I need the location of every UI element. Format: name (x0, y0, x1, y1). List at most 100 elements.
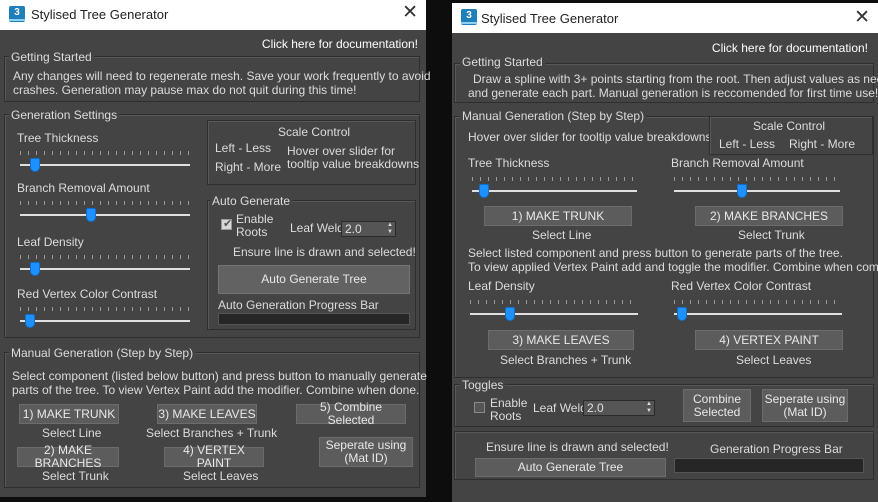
make-branches-hint: Select Trunk (738, 228, 805, 242)
leaf-weld-label: Leaf Weld (533, 401, 587, 415)
branch-removal-slider[interactable] (674, 183, 840, 199)
right-window: 3 Stylised Tree Generator ✕ Click here f… (452, 3, 878, 502)
combine-selected-button[interactable]: 5) Combine Selected (296, 401, 406, 427)
window-title: Stylised Tree Generator (481, 11, 619, 26)
ensure-line-text: Ensure line is drawn and selected! (486, 440, 669, 454)
scale-hint-2: tooltip value breakdowns (287, 157, 420, 171)
slider-thumb[interactable] (86, 208, 97, 222)
left-title-bar[interactable]: 3 Stylised Tree Generator ✕ (0, 0, 426, 30)
make-leaves-button[interactable]: 3) MAKE LEAVES (488, 330, 634, 350)
slider-thumb[interactable] (478, 184, 489, 198)
vertex-paint-hint: Select Leaves (183, 469, 259, 483)
scale-right-text: Right - More (789, 137, 856, 151)
slider-thumb[interactable] (737, 184, 748, 198)
slider-thumb[interactable] (30, 158, 41, 172)
enable-roots-label-2: Roots (236, 225, 268, 239)
enable-roots-checkbox[interactable] (474, 402, 485, 413)
leaf-density-slider[interactable] (20, 261, 190, 277)
enable-roots-checkbox[interactable]: ✔ (221, 218, 232, 230)
slider-thumb[interactable] (677, 307, 688, 321)
red-vertex-ticks (20, 307, 190, 311)
branch-removal-ticks (20, 201, 190, 205)
spinner-arrows-icon[interactable]: ▲ ▼ (387, 222, 393, 236)
leaf-density-ticks (20, 255, 190, 259)
leaf-density-slider[interactable] (470, 306, 638, 322)
red-vertex-slider[interactable] (674, 306, 842, 322)
scale-control-label: Scale Control (278, 125, 351, 139)
scale-left-text: Left - Less (215, 141, 272, 155)
leaf-density-ticks (470, 300, 638, 304)
slider-thumb[interactable] (25, 314, 36, 328)
generation-settings-label: Generation Settings (9, 108, 120, 122)
vertex-paint-button[interactable]: 4) VERTEX PAINT (695, 330, 843, 350)
tree-thickness-label: Tree Thickness (17, 131, 99, 145)
manual-info-1: Select listed component and press button… (468, 246, 843, 260)
enable-roots-label-1: Enable (490, 396, 528, 410)
getting-started-text-2: and generate each part. Manual generatio… (468, 86, 878, 100)
enable-roots-label-2: Roots (490, 409, 522, 423)
manual-text-2: parts of the tree. To view Vertex Paint … (12, 383, 420, 397)
generation-progress-bar (674, 458, 864, 473)
red-vertex-slider[interactable] (20, 313, 190, 329)
make-trunk-hint: Select Line (532, 228, 592, 242)
ensure-line-text: Ensure line is drawn and selected! (233, 245, 416, 259)
combine-selected-button[interactable]: Combine Selected (683, 389, 751, 422)
close-icon[interactable]: ✕ (402, 3, 418, 23)
scale-control-label: Scale Control (753, 119, 826, 133)
make-leaves-button[interactable]: 3) MAKE LEAVES (157, 404, 257, 424)
auto-generate-tree-button[interactable]: Auto Generate Tree (218, 265, 410, 294)
getting-started-label: Getting Started (9, 50, 94, 64)
scale-left-text: Left - Less (719, 137, 776, 151)
getting-started-text-1: Any changes will need to regenerate mesh… (13, 69, 431, 83)
toggles-label: Toggles (460, 378, 506, 392)
spinner-arrows-icon[interactable]: ▲ ▼ (646, 401, 652, 415)
make-trunk-button[interactable]: 1) MAKE TRUNK (484, 206, 632, 226)
vertex-paint-button[interactable]: 4) VERTEX PAINT (164, 444, 264, 470)
tree-thickness-slider[interactable] (20, 157, 190, 173)
tree-thickness-ticks (20, 151, 190, 155)
slider-thumb[interactable] (505, 307, 516, 321)
hover-hint: Hover over slider for tooltip value brea… (468, 130, 712, 144)
make-branches-button[interactable]: 2) MAKE BRANCHES (17, 444, 119, 470)
red-vertex-label: Red Vertex Color Contrast (17, 287, 158, 301)
window-title: Stylised Tree Generator (31, 7, 169, 22)
make-leaves-hint: Select Branches + Trunk (500, 353, 632, 367)
documentation-link[interactable]: Click here for documentation! (262, 37, 418, 51)
branch-removal-ticks (674, 177, 840, 181)
getting-started-text-2: crashes. Generation may pause max do not… (13, 83, 357, 97)
max-app-icon: 3 (461, 9, 477, 25)
leaf-weld-spinner[interactable]: 2.0 ▲ ▼ (341, 221, 396, 237)
leaf-weld-label: Leaf Weld (290, 221, 344, 235)
seperate-mat-id-button[interactable]: Seperate using (Mat ID) (319, 437, 413, 467)
getting-started-text-1: Draw a spline with 3+ points starting fr… (473, 72, 878, 86)
vertex-paint-hint: Select Leaves (736, 353, 812, 367)
slider-thumb[interactable] (30, 262, 41, 276)
scale-hint-1: Hover over slider for (287, 144, 396, 158)
leaf-density-label: Leaf Density (468, 279, 535, 293)
seperate-mat-id-button[interactable]: Seperate using (Mat ID) (762, 389, 848, 422)
make-trunk-button[interactable]: 1) MAKE TRUNK (19, 404, 119, 424)
branch-removal-label: Branch Removal Amount (17, 181, 150, 195)
auto-generate-tree-button[interactable]: Auto Generate Tree (475, 458, 666, 477)
documentation-link[interactable]: Click here for documentation! (712, 41, 868, 55)
left-window: 3 Stylised Tree Generator ✕ Click here f… (0, 0, 431, 497)
make-branches-hint: Select Trunk (42, 469, 109, 483)
manual-text-1: Select component (listed below button) a… (12, 369, 427, 383)
scale-right-text: Right - More (215, 160, 282, 174)
make-trunk-hint: Select Line (42, 426, 102, 440)
red-vertex-ticks (674, 300, 842, 304)
manual-generation-label: Manual Generation (Step by Step) (9, 346, 196, 360)
tree-thickness-label: Tree Thickness (468, 156, 550, 170)
max-app-icon: 3 (9, 6, 25, 22)
close-icon[interactable]: ✕ (854, 8, 870, 28)
branch-removal-slider[interactable] (20, 207, 190, 223)
getting-started-label: Getting Started (460, 55, 545, 69)
red-vertex-label: Red Vertex Color Contrast (671, 279, 812, 293)
branch-removal-label: Branch Removal Amount (671, 156, 804, 170)
leaf-weld-spinner[interactable]: 2.0 ▲ ▼ (583, 400, 655, 416)
right-title-bar[interactable]: 3 Stylised Tree Generator ✕ (452, 3, 878, 33)
make-branches-button[interactable]: 2) MAKE BRANCHES (695, 206, 843, 226)
tree-thickness-ticks (472, 177, 637, 181)
generation-progress-label: Generation Progress Bar (710, 442, 843, 456)
tree-thickness-slider[interactable] (472, 183, 637, 199)
